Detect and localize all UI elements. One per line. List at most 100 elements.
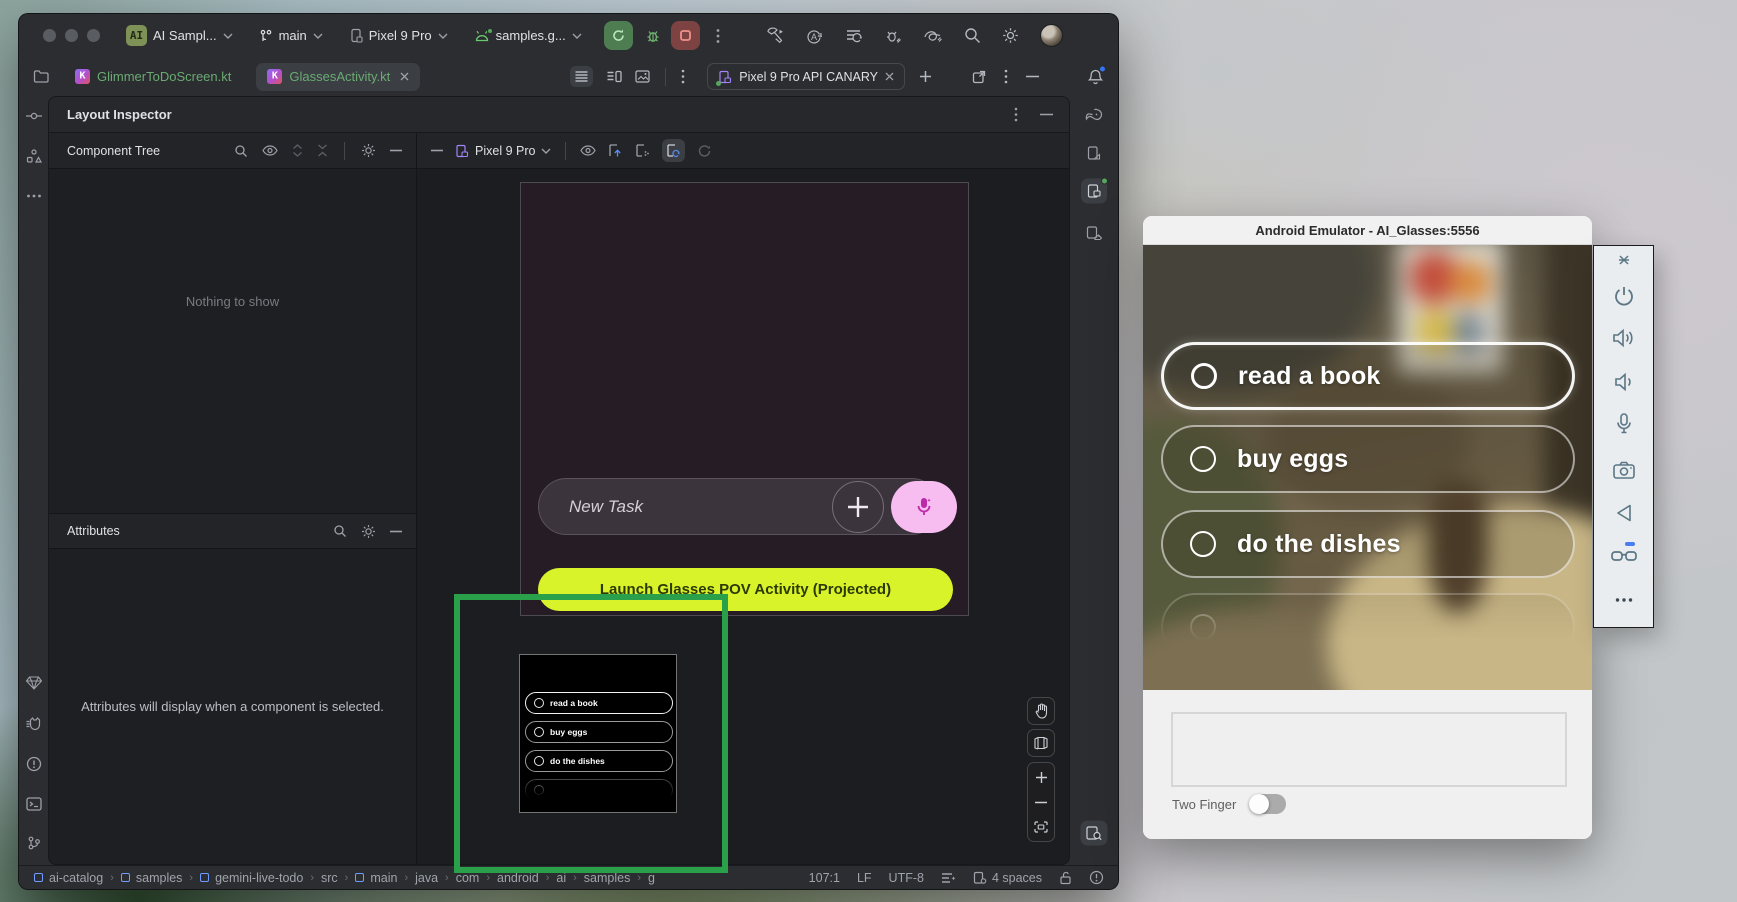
breadcrumb-item[interactable]: gemini-live-todo: [200, 871, 303, 885]
zoom-window-button[interactable]: [87, 29, 100, 42]
gear-icon[interactable]: [361, 524, 376, 539]
snapshot-export-icon[interactable]: [608, 143, 623, 158]
profiler-bug-icon[interactable]: [884, 28, 902, 44]
file-encoding[interactable]: UTF-8: [889, 871, 924, 885]
app-quality-insights-icon[interactable]: [1086, 226, 1103, 241]
more-tools-icon[interactable]: [26, 194, 41, 198]
settings-gear-icon[interactable]: [1002, 27, 1019, 44]
pan-hand-tool-button[interactable]: [1027, 697, 1055, 725]
inspector-device-selector[interactable]: Pixel 9 Pro: [455, 144, 551, 158]
live-updates-toggle-icon[interactable]: [662, 139, 685, 162]
notifications-bell-icon[interactable]: [1087, 68, 1104, 85]
microphone-icon[interactable]: [1615, 412, 1633, 436]
emulator-titlebar[interactable]: Android Emulator - AI_Glasses:5556: [1143, 216, 1592, 245]
touchpad-area[interactable]: [1171, 712, 1567, 787]
coverage-cat-icon[interactable]: [25, 717, 42, 731]
device-panel-kebab-icon[interactable]: [1004, 69, 1008, 84]
device-manager-icon[interactable]: [1086, 146, 1102, 161]
breadcrumb-item[interactable]: ai-catalog: [34, 871, 103, 885]
inspection-status-icon[interactable]: [1089, 870, 1104, 885]
more-options-icon[interactable]: [1615, 598, 1633, 603]
visibility-eye-icon[interactable]: [262, 145, 278, 156]
two-finger-toggle[interactable]: [1249, 794, 1286, 814]
editor-tab-glimmertodoscreen[interactable]: K GlimmerToDoScreen.kt: [64, 63, 242, 91]
caret-position[interactable]: 107:1: [809, 871, 840, 885]
branch-selector[interactable]: main: [259, 28, 323, 43]
preview-image-icon[interactable]: [635, 70, 650, 83]
user-avatar[interactable]: [1040, 24, 1063, 47]
emulator-todo-pill[interactable]: read a book: [1161, 342, 1575, 410]
search-icon[interactable]: [333, 524, 347, 538]
breadcrumb-item[interactable]: java: [415, 871, 438, 885]
version-control-icon[interactable]: [27, 836, 41, 851]
terminal-icon[interactable]: [26, 797, 42, 811]
sketch-diamond-icon[interactable]: [25, 676, 42, 691]
zoom-out-button[interactable]: [1035, 801, 1047, 804]
indent-options-icon[interactable]: [941, 872, 956, 884]
projected-app-screen[interactable]: New Task Launch Glasses POV Activity (Pr…: [520, 182, 969, 616]
close-window-button[interactable]: [43, 29, 56, 42]
project-selector[interactable]: AI AI Sampl...: [126, 25, 233, 46]
split-view-icon[interactable]: [606, 70, 622, 83]
gear-icon[interactable]: [361, 143, 376, 158]
line-separator[interactable]: LF: [857, 871, 872, 885]
minimize-window-button[interactable]: [65, 29, 78, 42]
emulator-todo-pill[interactable]: do the dishes: [1161, 510, 1575, 578]
run-tasks-list-icon[interactable]: [845, 28, 863, 43]
zoom-in-button[interactable]: [1035, 771, 1048, 784]
structure-tool-icon[interactable]: [26, 149, 42, 164]
running-device-tab[interactable]: Pixel 9 Pro API CANARY: [707, 63, 905, 90]
hide-panel-minimize-icon[interactable]: [1026, 75, 1039, 78]
refresh-icon[interactable]: [697, 144, 712, 158]
search-icon[interactable]: [234, 144, 248, 158]
new-task-input[interactable]: New Task: [538, 478, 940, 535]
voice-input-button[interactable]: [891, 481, 957, 533]
breadcrumb-item[interactable]: main: [355, 871, 397, 885]
indent-size[interactable]: 4 spaces: [973, 871, 1042, 885]
add-task-button[interactable]: [832, 481, 884, 533]
panel-options-kebab-icon[interactable]: [1014, 107, 1018, 122]
layout-inspector-tool-icon[interactable]: [1081, 821, 1108, 846]
more-run-actions-kebab-icon[interactable]: [716, 28, 720, 44]
gemini-ai-icon[interactable]: [923, 28, 943, 44]
running-devices-tool-icon[interactable]: [1081, 179, 1107, 204]
project-folder-icon[interactable]: [33, 69, 50, 84]
breadcrumb-item[interactable]: samples: [121, 871, 183, 885]
expand-all-icon[interactable]: [292, 144, 303, 157]
open-in-new-window-icon[interactable]: [972, 70, 986, 84]
snapshot-import-icon[interactable]: [635, 143, 650, 158]
glasses-icon[interactable]: [1611, 549, 1637, 563]
zoom-to-fit-button[interactable]: [1034, 821, 1048, 833]
run-configuration-selector[interactable]: samples.g...: [474, 28, 582, 43]
editor-options-kebab-icon[interactable]: [681, 69, 685, 84]
volume-down-icon[interactable]: [1614, 372, 1634, 392]
back-icon[interactable]: [1615, 503, 1633, 523]
emulator-screen[interactable]: read a book buy eggs do the dishes: [1143, 245, 1592, 690]
stop-button[interactable]: [671, 21, 700, 50]
commit-tool-icon[interactable]: [25, 111, 42, 121]
rerun-button[interactable]: [604, 21, 633, 50]
gradle-tool-icon[interactable]: [1085, 108, 1104, 122]
emulator-todo-pill[interactable]: buy eggs: [1161, 425, 1575, 493]
editor-tab-glassesactivity[interactable]: K GlassesActivity.kt: [256, 63, 420, 91]
collapse-toolbar-minus-icon[interactable]: [431, 149, 443, 152]
debug-button[interactable]: [645, 28, 661, 44]
3d-mode-button[interactable]: [1027, 729, 1055, 757]
minimize-panel-icon[interactable]: [1040, 107, 1053, 122]
volume-up-icon[interactable]: [1612, 328, 1636, 348]
search-everywhere-icon[interactable]: [964, 27, 981, 44]
rename-refactor-icon[interactable]: A: [806, 28, 824, 44]
hide-attributes-icon[interactable]: [390, 530, 402, 533]
target-device-selector[interactable]: Pixel 9 Pro: [349, 28, 448, 43]
collapse-all-icon[interactable]: [317, 144, 328, 157]
build-project-icon[interactable]: [766, 27, 785, 44]
power-icon[interactable]: [1613, 285, 1635, 307]
hide-component-tree-icon[interactable]: [390, 149, 402, 152]
close-tab-icon[interactable]: [400, 72, 409, 81]
editor-view-mode-icon[interactable]: [570, 66, 593, 87]
unlocked-icon[interactable]: [1059, 871, 1072, 885]
view-options-eye-icon[interactable]: [580, 145, 596, 156]
add-device-plus-icon[interactable]: [919, 70, 932, 83]
close-device-tab-icon[interactable]: [885, 72, 894, 81]
problems-icon[interactable]: [26, 756, 42, 772]
